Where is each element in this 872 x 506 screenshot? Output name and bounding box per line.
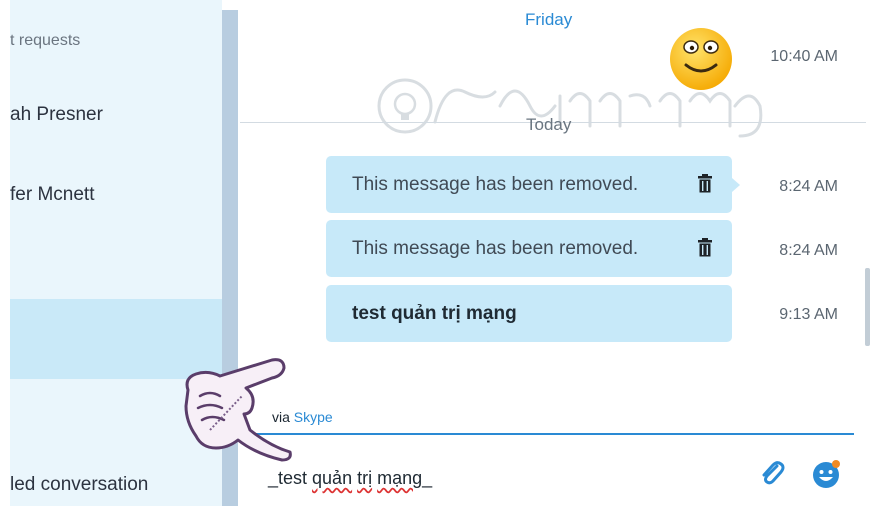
message-text: test quản trị mạng: [352, 302, 517, 324]
message-input[interactable]: _test quản trị mạng_: [268, 468, 688, 489]
day-separator-friday: Friday: [525, 10, 573, 29]
paperclip-icon[interactable]: [756, 458, 788, 490]
sidebar-item-contact-2[interactable]: fer Mcnett: [10, 184, 94, 206]
message-time: 10:40 AM: [770, 48, 838, 65]
pointing-hand-icon: [184, 358, 292, 462]
compose-text: _test: [268, 468, 313, 488]
compose-text: _: [422, 468, 433, 488]
message-text: This message has been removed.: [352, 173, 639, 195]
compose-word: mạng: [377, 468, 423, 488]
compose-word: quản: [312, 468, 353, 488]
message-bubble[interactable]: test quản trị mạng: [326, 285, 732, 342]
trash-icon[interactable]: [698, 173, 712, 193]
compose-word: trị: [357, 468, 373, 488]
sidebar-item-contact-1[interactable]: ah Presner: [10, 104, 103, 126]
message-time: 8:24 AM: [779, 178, 838, 195]
day-separator-today: Today: [526, 115, 572, 134]
watermark-logo: [377, 78, 763, 138]
compose-focus-line: [240, 433, 854, 435]
chat-panel: Friday 10:40 AM Today This message has b…: [238, 0, 872, 506]
trash-icon[interactable]: [698, 237, 712, 257]
message-bubble[interactable]: This message has been removed.: [326, 156, 732, 213]
message-text: This message has been removed.: [352, 237, 639, 259]
message-bubble[interactable]: This message has been removed.: [326, 220, 732, 277]
emoji-icon[interactable]: [810, 458, 842, 490]
sidebar-item-conversation[interactable]: led conversation: [10, 474, 148, 496]
window-edge: [0, 0, 10, 506]
bubble-tail: [732, 178, 740, 192]
message-time: 9:13 AM: [779, 306, 838, 323]
via-service-link[interactable]: Skype: [294, 409, 333, 425]
chat-scrollbar[interactable]: [865, 268, 870, 346]
sidebar-item-contact-requests[interactable]: t requests: [10, 32, 80, 50]
splitter-cap: [222, 0, 238, 10]
message-time: 8:24 AM: [779, 242, 838, 259]
